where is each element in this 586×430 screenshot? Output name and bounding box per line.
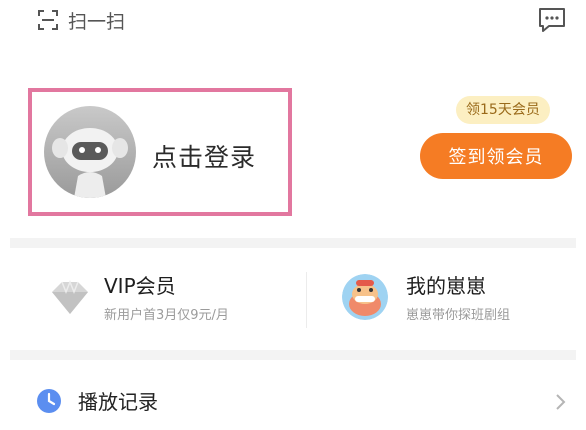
vip-days-badge: 领15天会员 xyxy=(456,96,550,124)
huihui-entry[interactable]: 我的崽崽 崽崽带你探班剧组 xyxy=(342,262,562,334)
vip-entry[interactable]: VIP会员 新用户首3月仅9元/月 xyxy=(40,262,290,334)
cartoon-avatar xyxy=(342,274,388,320)
avatar[interactable] xyxy=(44,106,136,198)
scan-icon xyxy=(38,10,58,30)
section-divider xyxy=(10,238,576,248)
huihui-title: 我的崽崽 xyxy=(406,274,486,298)
clock-icon xyxy=(37,389,61,413)
history-row[interactable]: 播放记录 xyxy=(0,372,586,430)
scan-button[interactable]: 扫一扫 xyxy=(36,6,125,34)
login-prompt[interactable]: 点击登录 xyxy=(152,138,256,174)
section-divider-2 xyxy=(10,350,576,360)
login-card[interactable]: 点击登录 xyxy=(28,88,292,216)
vertical-divider xyxy=(306,272,307,328)
history-label: 播放记录 xyxy=(78,390,158,414)
vip-title: VIP会员 xyxy=(104,274,176,298)
scan-label: 扫一扫 xyxy=(68,10,126,33)
vip-subtitle: 新用户首3月仅9元/月 xyxy=(104,308,229,323)
message-icon[interactable] xyxy=(537,6,567,34)
diamond-icon xyxy=(52,279,88,314)
huihui-subtitle: 崽崽带你探班剧组 xyxy=(406,308,511,323)
chevron-right-icon xyxy=(556,394,566,410)
robot-avatar-icon xyxy=(44,106,136,198)
cartoon-avatar-icon xyxy=(342,274,388,320)
signin-button[interactable]: 签到领会员 xyxy=(420,133,572,179)
